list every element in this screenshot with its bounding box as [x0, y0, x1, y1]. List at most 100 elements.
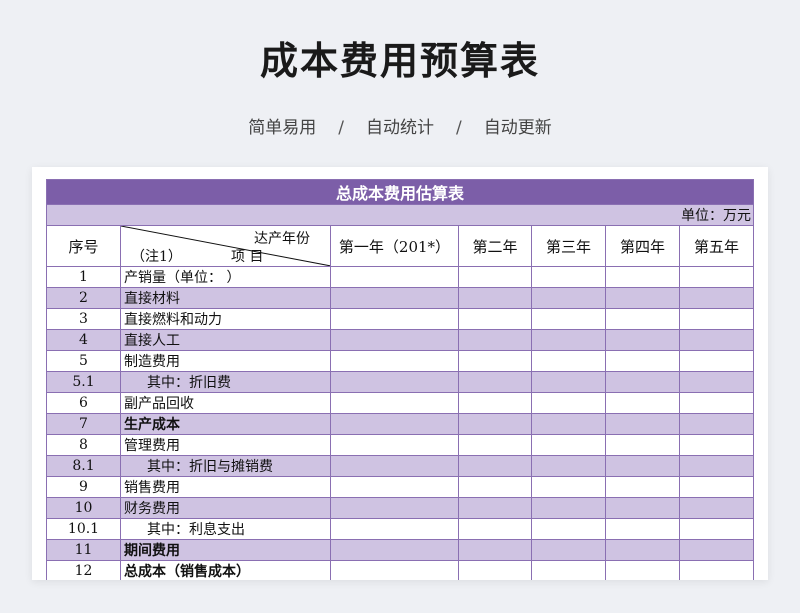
year-value-cell[interactable] [605, 287, 680, 309]
year-value-cell[interactable] [531, 560, 606, 580]
year-value-cell[interactable] [330, 329, 459, 351]
year-value-cell[interactable] [605, 371, 680, 393]
year-value-cell[interactable] [605, 518, 680, 540]
header-year-2[interactable]: 第二年 [458, 225, 532, 267]
row-item-cell[interactable]: 直接人工 [120, 329, 331, 351]
year-value-cell[interactable] [330, 392, 459, 414]
year-value-cell[interactable] [605, 413, 680, 435]
header-year-5[interactable]: 第五年 [678, 225, 755, 267]
year-value-cell[interactable] [330, 518, 459, 540]
year-value-cell[interactable] [531, 308, 606, 330]
year-value-cell[interactable] [330, 350, 459, 372]
year-value-cell[interactable] [605, 434, 680, 456]
year-value-cell[interactable] [678, 329, 755, 351]
year-value-cell[interactable] [678, 392, 755, 414]
header-year-4[interactable]: 第四年 [605, 225, 680, 267]
year-value-cell[interactable] [605, 308, 680, 330]
row-item-cell[interactable]: 生产成本 [120, 413, 331, 435]
row-seq-cell[interactable]: 7 [46, 413, 121, 435]
year-value-cell[interactable] [330, 539, 459, 561]
row-seq-cell[interactable]: 11 [46, 539, 121, 561]
year-value-cell[interactable] [531, 413, 606, 435]
year-value-cell[interactable] [330, 434, 459, 456]
row-seq-cell[interactable]: 5 [46, 350, 121, 372]
year-value-cell[interactable] [678, 476, 755, 498]
year-value-cell[interactable] [330, 371, 459, 393]
year-value-cell[interactable] [678, 560, 755, 580]
year-value-cell[interactable] [531, 350, 606, 372]
header-diagonal-cell[interactable]: 达产年份 （注1） 项 目 [120, 225, 331, 267]
row-seq-cell[interactable]: 8.1 [46, 455, 121, 477]
row-item-cell[interactable]: 直接燃料和动力 [120, 308, 331, 330]
year-value-cell[interactable] [605, 539, 680, 561]
year-value-cell[interactable] [458, 329, 532, 351]
row-item-cell[interactable]: 总成本（销售成本） [120, 560, 331, 580]
row-seq-cell[interactable]: 3 [46, 308, 121, 330]
year-value-cell[interactable] [458, 539, 532, 561]
header-year-1[interactable]: 第一年（201*） [330, 225, 459, 267]
year-value-cell[interactable] [458, 434, 532, 456]
header-year-3[interactable]: 第三年 [531, 225, 606, 267]
row-seq-cell[interactable]: 6 [46, 392, 121, 414]
year-value-cell[interactable] [605, 455, 680, 477]
row-item-cell[interactable]: 其中：利息支出 [120, 518, 331, 540]
year-value-cell[interactable] [678, 371, 755, 393]
year-value-cell[interactable] [458, 308, 532, 330]
year-value-cell[interactable] [458, 392, 532, 414]
row-seq-cell[interactable]: 10 [46, 497, 121, 519]
row-seq-cell[interactable]: 12 [46, 560, 121, 580]
year-value-cell[interactable] [531, 518, 606, 540]
year-value-cell[interactable] [531, 455, 606, 477]
year-value-cell[interactable] [605, 476, 680, 498]
row-item-cell[interactable]: 管理费用 [120, 434, 331, 456]
row-item-cell[interactable]: 期间费用 [120, 539, 331, 561]
year-value-cell[interactable] [531, 497, 606, 519]
year-value-cell[interactable] [678, 434, 755, 456]
year-value-cell[interactable] [458, 497, 532, 519]
year-value-cell[interactable] [330, 308, 459, 330]
row-item-cell[interactable]: 其中：折旧与摊销费 [120, 455, 331, 477]
row-item-cell[interactable]: 销售费用 [120, 476, 331, 498]
year-value-cell[interactable] [330, 560, 459, 580]
year-value-cell[interactable] [531, 476, 606, 498]
year-value-cell[interactable] [531, 539, 606, 561]
row-item-cell[interactable]: 其中：折旧费 [120, 371, 331, 393]
year-value-cell[interactable] [605, 392, 680, 414]
row-item-cell[interactable]: 产销量（单位： ） [120, 266, 331, 288]
year-value-cell[interactable] [330, 497, 459, 519]
year-value-cell[interactable] [330, 287, 459, 309]
row-item-cell[interactable]: 制造费用 [120, 350, 331, 372]
year-value-cell[interactable] [458, 518, 532, 540]
year-value-cell[interactable] [605, 266, 680, 288]
row-seq-cell[interactable]: 10.1 [46, 518, 121, 540]
year-value-cell[interactable] [678, 350, 755, 372]
row-seq-cell[interactable]: 8 [46, 434, 121, 456]
year-value-cell[interactable] [531, 392, 606, 414]
year-value-cell[interactable] [458, 413, 532, 435]
year-value-cell[interactable] [458, 266, 532, 288]
row-item-cell[interactable]: 副产品回收 [120, 392, 331, 414]
year-value-cell[interactable] [458, 350, 532, 372]
year-value-cell[interactable] [458, 455, 532, 477]
year-value-cell[interactable] [330, 413, 459, 435]
year-value-cell[interactable] [458, 287, 532, 309]
row-seq-cell[interactable]: 2 [46, 287, 121, 309]
year-value-cell[interactable] [678, 308, 755, 330]
year-value-cell[interactable] [330, 455, 459, 477]
row-seq-cell[interactable]: 5.1 [46, 371, 121, 393]
row-item-cell[interactable]: 财务费用 [120, 497, 331, 519]
year-value-cell[interactable] [678, 266, 755, 288]
year-value-cell[interactable] [605, 560, 680, 580]
year-value-cell[interactable] [330, 476, 459, 498]
row-item-cell[interactable]: 直接材料 [120, 287, 331, 309]
year-value-cell[interactable] [678, 539, 755, 561]
year-value-cell[interactable] [605, 350, 680, 372]
year-value-cell[interactable] [605, 497, 680, 519]
row-seq-cell[interactable]: 4 [46, 329, 121, 351]
row-seq-cell[interactable]: 1 [46, 266, 121, 288]
header-seq[interactable]: 序号 [46, 225, 121, 267]
year-value-cell[interactable] [458, 560, 532, 580]
year-value-cell[interactable] [605, 329, 680, 351]
year-value-cell[interactable] [678, 287, 755, 309]
year-value-cell[interactable] [678, 413, 755, 435]
